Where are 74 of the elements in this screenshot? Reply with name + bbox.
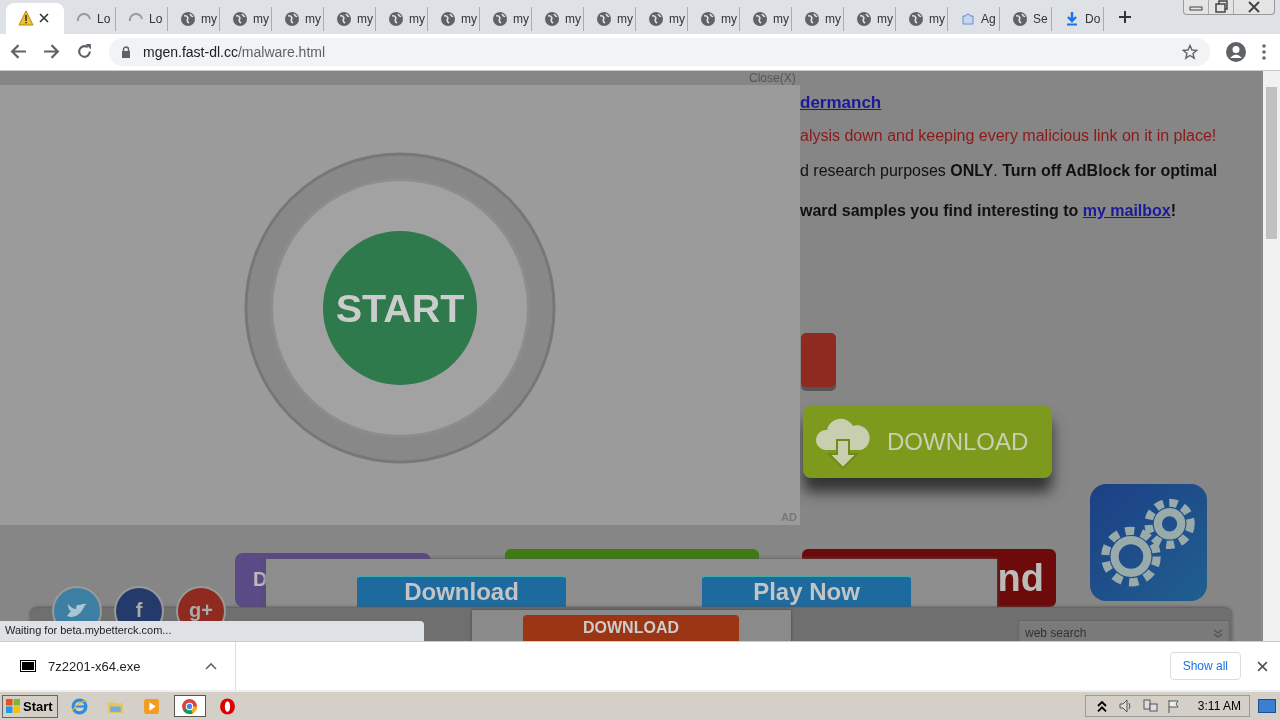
download-button[interactable]: DOWNLOAD (523, 614, 739, 641)
globe-icon (284, 10, 300, 27)
status-tooltip: Waiting for beta.mybetterck.com... (0, 621, 424, 642)
browser-tab[interactable]: my (688, 6, 740, 31)
archive-icon (20, 660, 36, 673)
forward-icon[interactable] (43, 43, 60, 61)
browser-tab[interactable]: Lo (64, 6, 116, 31)
close-icon[interactable] (1257, 660, 1268, 672)
browser-tab[interactable]: Lo (116, 6, 168, 31)
browser-tab[interactable]: Do (1052, 6, 1104, 31)
browser-tab[interactable]: my (428, 6, 480, 31)
clock[interactable]: 3:11 AM (1197, 699, 1241, 713)
globe-icon (596, 10, 612, 27)
download-icon (1064, 10, 1080, 27)
bird-icon (67, 602, 87, 619)
chrome-icon (181, 697, 199, 715)
speaker-icon[interactable] (1117, 698, 1134, 714)
globe-icon (440, 10, 456, 27)
new-tab-icon[interactable] (1118, 9, 1132, 24)
puzzle-icon (960, 10, 976, 27)
scrollbar-thumb[interactable] (1266, 86, 1277, 239)
chevron-icon (1213, 627, 1223, 638)
browser-tab[interactable]: my (844, 6, 896, 31)
account-icon[interactable] (1226, 41, 1246, 62)
browser-tab[interactable]: my (272, 6, 324, 31)
browser-tab[interactable]: my (324, 6, 376, 31)
browser-tab[interactable]: my (376, 6, 428, 31)
browser-tab[interactable]: my (168, 6, 220, 31)
start-button[interactable]: Start (2, 694, 58, 718)
windows-logo-icon (5, 698, 21, 714)
address-bar[interactable]: mgen.fast-dl.cc/malware.html (109, 37, 1210, 66)
browser-tab[interactable]: my (792, 6, 844, 31)
media-player-icon (143, 697, 161, 715)
browser-tab[interactable]: my (220, 6, 272, 31)
browser-tab[interactable]: my (480, 6, 532, 31)
globe-icon (908, 10, 924, 27)
menu-icon[interactable] (1262, 43, 1266, 60)
network-icon[interactable] (1141, 698, 1158, 714)
globe-icon (388, 10, 404, 27)
browser-tab[interactable]: my (532, 6, 584, 31)
globe-icon (492, 10, 508, 27)
globe-icon (180, 10, 196, 27)
warning-icon (18, 10, 34, 27)
show-all-button[interactable]: Show all (1169, 652, 1241, 681)
globe-icon (1012, 10, 1028, 27)
taskbar-app[interactable] (173, 695, 206, 717)
globe-icon (752, 10, 768, 27)
lock-icon (121, 45, 131, 58)
back-icon[interactable] (10, 43, 27, 61)
browser-tab[interactable]: Ag (948, 6, 1000, 31)
browser-tab[interactable]: Se (1000, 6, 1052, 31)
forward-text: ward samples you find interesting to my mailbox! (800, 201, 1177, 220)
globe-icon (700, 10, 716, 27)
close-icon[interactable] (39, 13, 49, 24)
globe-icon (856, 10, 872, 27)
star-icon[interactable] (1182, 43, 1198, 60)
globe-icon (544, 10, 560, 27)
browser-e-icon (71, 697, 89, 715)
caret-icon[interactable] (205, 662, 217, 671)
globe-icon (232, 10, 248, 27)
scrollbar[interactable] (1263, 70, 1280, 642)
browser-tab[interactable]: my (740, 6, 792, 31)
notice-text: d research purposes ONLY. Turn off AdBlock for optimal (800, 161, 1218, 180)
browser-tab[interactable]: my (636, 6, 688, 31)
globe-icon (804, 10, 820, 27)
opera-icon (219, 697, 237, 715)
reload-icon[interactable] (76, 43, 93, 61)
gears-app-icon[interactable] (1090, 483, 1207, 601)
browser-tab[interactable]: my (584, 6, 636, 31)
flag-icon[interactable] (1165, 698, 1182, 714)
globe-icon (648, 10, 664, 27)
browser-tab[interactable]: my (896, 6, 948, 31)
globe-icon (336, 10, 352, 27)
warning-text: alysis down and keeping every malicious link on it in place! (800, 126, 1217, 145)
